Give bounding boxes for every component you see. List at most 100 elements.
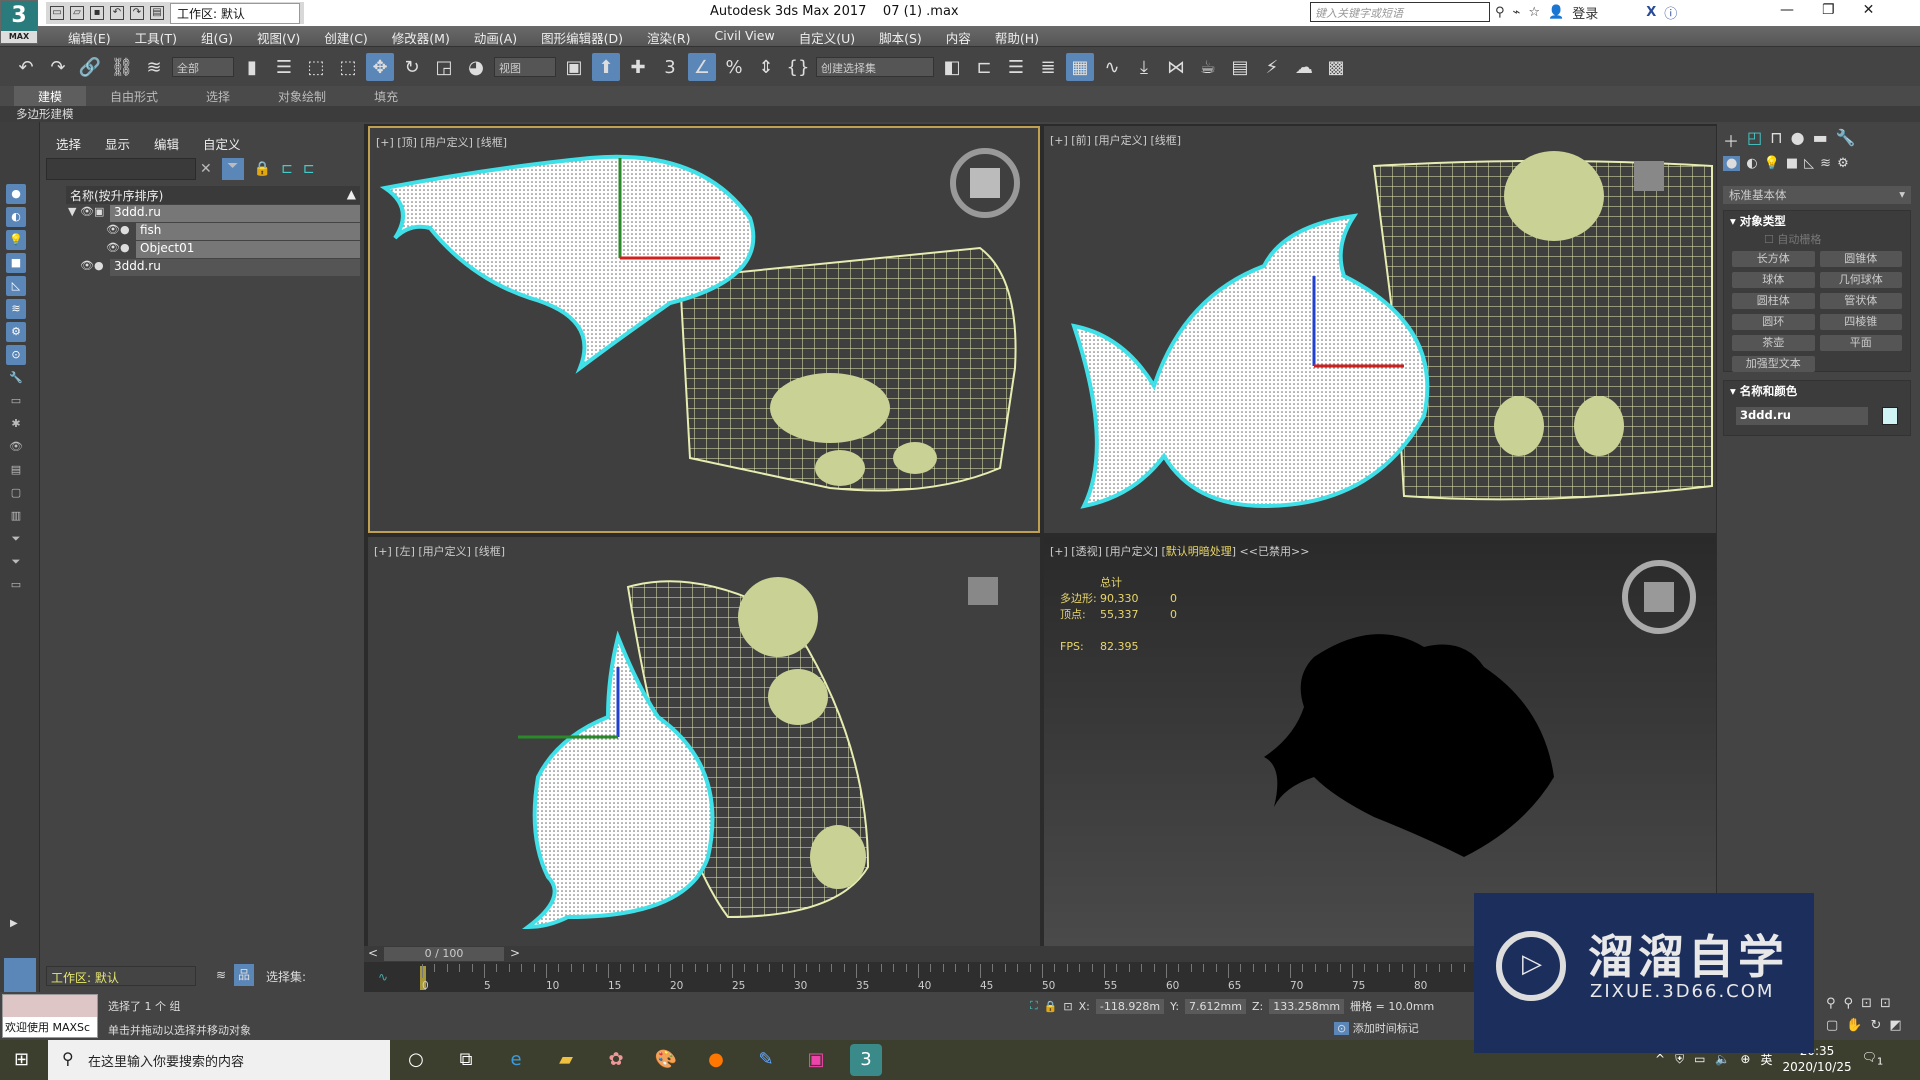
scene-explorer-toggle-icon[interactable]: ☰ <box>1002 53 1030 81</box>
snap-3d-icon[interactable]: 3 <box>656 53 684 81</box>
lights-icon[interactable]: 💡 <box>1764 156 1780 171</box>
select-by-name-icon[interactable]: ☰ <box>270 53 298 81</box>
create-object-button[interactable]: 四棱锥 <box>1819 314 1902 330</box>
filter-button-icon[interactable]: 👁 <box>6 437 26 457</box>
menu-item[interactable]: 视图(V) <box>245 26 312 46</box>
login-button[interactable]: 登录 <box>1572 3 1598 22</box>
unlink-icon[interactable]: ⛓ <box>108 53 136 81</box>
app-menu-button[interactable]: 3 MAX <box>0 0 38 44</box>
ribbon-tab[interactable]: 建模 <box>14 86 87 106</box>
minimize-button[interactable]: — <box>1780 2 1794 18</box>
menu-item[interactable]: 图形编辑器(D) <box>529 26 635 46</box>
prev-frame-icon[interactable]: < <box>368 946 378 960</box>
menu-item[interactable]: 组(G) <box>189 26 245 46</box>
zoom-extents-all-icon[interactable]: ⊡ <box>1880 996 1891 1011</box>
viewport-label[interactable]: [+] [前] [用户定义] [线框] <box>1050 132 1181 148</box>
zoom-icon[interactable]: ⚲ <box>1826 996 1836 1011</box>
object-category-dropdown[interactable]: 标准基本体 ▾ <box>1723 186 1911 204</box>
tree-row[interactable]: 👁 ● 3ddd.ru <box>66 258 360 276</box>
layer-explorer-icon[interactable]: ≣ <box>1034 53 1062 81</box>
filter-button-icon[interactable]: ■ <box>6 253 26 273</box>
taskbar-search-input[interactable]: ⚲ 在这里输入你要搜索的内容 <box>48 1040 390 1080</box>
file-explorer-icon[interactable]: ▰ <box>550 1044 582 1076</box>
explorer-menu-item[interactable]: 显示 <box>105 134 130 153</box>
menu-item[interactable]: 创建(C) <box>312 26 379 46</box>
rendered-frame-window-icon[interactable]: ▤ <box>1226 53 1254 81</box>
expand-arrow-icon[interactable]: ▼ <box>68 205 76 218</box>
render-cloud-icon[interactable]: ☁ <box>1290 53 1318 81</box>
menu-item[interactable]: 编辑(E) <box>56 26 123 46</box>
create-object-button[interactable]: 平面 <box>1819 335 1902 351</box>
align-icon[interactable]: ⊏ <box>970 53 998 81</box>
create-object-button[interactable]: 茶壶 <box>1732 335 1815 351</box>
firefox-icon[interactable]: ● <box>700 1044 732 1076</box>
filter-button-icon[interactable]: ◐ <box>6 207 26 227</box>
filter-button-icon[interactable]: ⊙ <box>6 345 26 365</box>
create-tab-icon[interactable]: ＋ <box>1723 128 1739 152</box>
selection-lock-icon[interactable]: 🔒 <box>1044 1000 1058 1013</box>
workspace-dropdown[interactable]: 工作区: 默认 <box>170 2 300 24</box>
orbit-icon[interactable]: ↻ <box>1870 1018 1881 1033</box>
edit-named-sets-icon[interactable]: {} <box>784 53 812 81</box>
maxscript-listener[interactable]: 欢迎使用 MAXSc <box>2 994 98 1038</box>
create-object-button[interactable]: 长方体 <box>1732 251 1815 267</box>
menu-item[interactable]: 动画(A) <box>462 26 529 46</box>
cameras-icon[interactable]: ■ <box>1786 156 1798 171</box>
undo-icon[interactable]: ↶ <box>110 6 124 20</box>
display-tab-icon[interactable]: ▬ <box>1813 128 1828 152</box>
hierarchy-view-icon[interactable]: 品 <box>234 964 254 986</box>
project-icon[interactable]: ▤ <box>150 6 164 20</box>
create-object-button[interactable]: 圆锥体 <box>1819 251 1902 267</box>
z-coordinate-input[interactable]: 133.258mm <box>1269 998 1345 1014</box>
utilities-tab-icon[interactable]: 🔧 <box>1836 128 1856 152</box>
ribbon-toggle-icon[interactable]: ▦ <box>1066 53 1094 81</box>
filter-button-icon[interactable]: ▭ <box>6 575 26 595</box>
column-header-name[interactable]: 名称(按升序排序) ▲ <box>66 186 360 204</box>
hierarchy-collapse-icon[interactable]: ⊏ <box>303 161 315 177</box>
hierarchy-expand-icon[interactable]: ⊏ <box>281 161 293 177</box>
schematic-view-icon[interactable]: ⋈ <box>1162 53 1190 81</box>
tree-item-label[interactable]: 3ddd.ru <box>110 259 360 276</box>
geometry-icon[interactable]: ● <box>1723 156 1741 171</box>
network-icon[interactable]: ⊕ <box>1740 1052 1750 1066</box>
selection-filter-dropdown[interactable]: 全部 <box>172 57 234 77</box>
visibility-eye-icon[interactable]: 👁 <box>106 241 120 254</box>
space-warps-icon[interactable]: ≋ <box>1820 156 1831 171</box>
exchange-icon[interactable]: X <box>1646 5 1656 20</box>
menu-item[interactable]: 修改器(M) <box>380 26 462 46</box>
menu-item[interactable]: 渲染(R) <box>635 26 702 46</box>
x-coordinate-input[interactable]: -118.928m <box>1095 998 1165 1014</box>
explorer-search-input[interactable] <box>46 158 196 180</box>
viewport-left[interactable]: [+] [左] [用户定义] [线框] <box>368 537 1040 946</box>
absolute-mode-icon[interactable]: ⊡ <box>1063 1000 1072 1013</box>
save-icon[interactable]: ▪ <box>90 6 104 20</box>
viewport-label[interactable]: [+] [左] [用户定义] [线框] <box>374 543 505 559</box>
maxscript-prompt[interactable]: 欢迎使用 MAXSc <box>3 1017 97 1037</box>
reference-coordinate-dropdown[interactable]: 视图 <box>494 57 556 77</box>
viewport-top[interactable]: [+] [顶] [用户定义] [线框] <box>368 126 1040 533</box>
explorer-menu-item[interactable]: 自定义 <box>203 134 241 153</box>
explorer-menu-item[interactable]: 选择 <box>56 134 81 153</box>
curve-editor-mini-icon[interactable]: ∿ <box>378 970 388 984</box>
battery-icon[interactable]: ▭ <box>1694 1052 1705 1066</box>
explorer-layout-icon[interactable] <box>4 958 36 994</box>
motion-tab-icon[interactable]: ● <box>1791 128 1805 152</box>
menu-item[interactable]: 内容 <box>934 26 983 46</box>
filter-button-icon[interactable]: ⏷ <box>6 552 26 572</box>
user-icon[interactable]: 👤 <box>1548 5 1564 20</box>
create-object-button[interactable]: 几何球体 <box>1819 272 1902 288</box>
zoom-all-icon[interactable]: ⚲ <box>1844 996 1854 1011</box>
explorer-menu-item[interactable]: 编辑 <box>154 134 179 153</box>
create-object-button[interactable]: 加强型文本 <box>1732 356 1815 372</box>
sort-ascending-icon[interactable]: ▲ <box>347 187 356 201</box>
help-search-input[interactable]: 键入关键字或短语 <box>1310 2 1490 22</box>
bind-space-warp-icon[interactable]: ≋ <box>140 53 168 81</box>
app-icon-3[interactable]: ▣ <box>800 1044 832 1076</box>
tree-item-label[interactable]: 3ddd.ru <box>110 205 360 222</box>
windows-start-icon[interactable]: ⊞ <box>14 1049 29 1070</box>
redo-icon[interactable]: ↷ <box>130 6 144 20</box>
security-icon[interactable]: ⛨ <box>1675 1052 1684 1067</box>
menu-item[interactable]: Civil View <box>703 26 787 46</box>
new-file-icon[interactable]: ▭ <box>50 6 64 20</box>
cortana-icon[interactable]: ○ <box>400 1044 432 1076</box>
